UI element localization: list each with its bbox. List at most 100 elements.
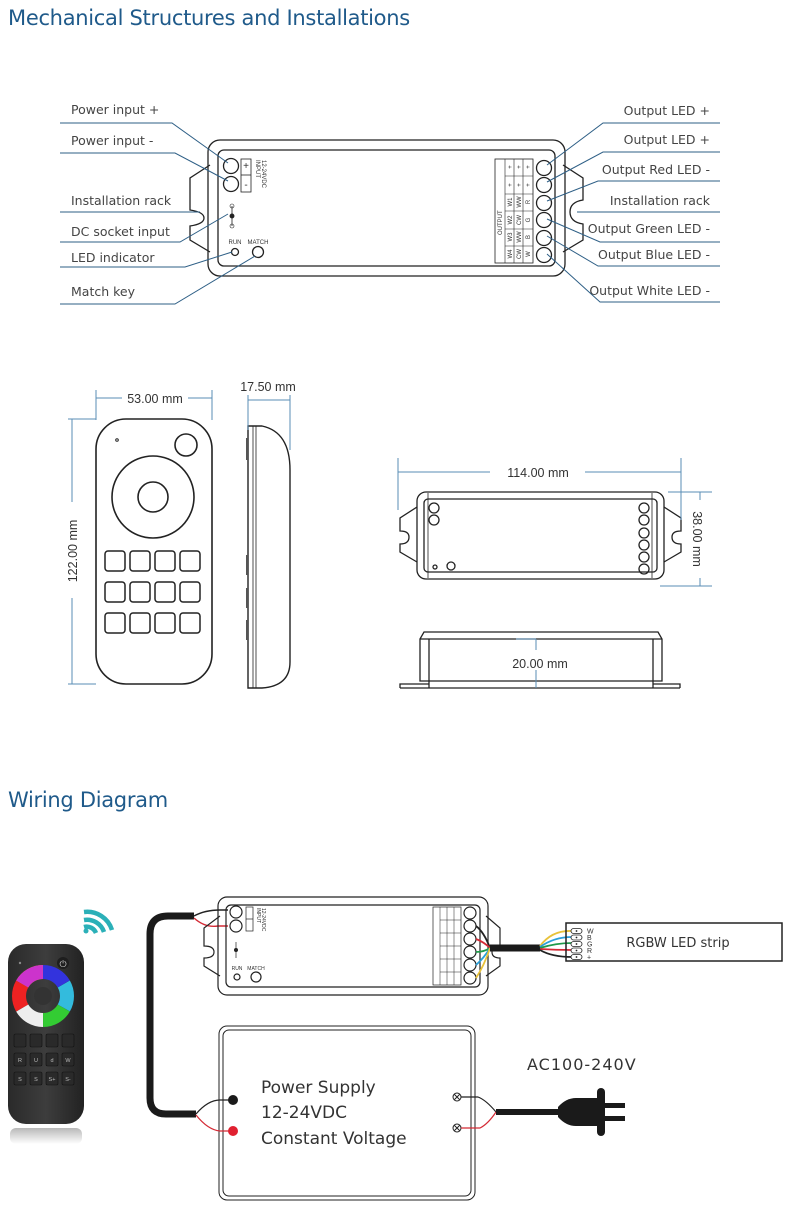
rgbw-remote-button-label: S: [18, 1077, 22, 1083]
rgbw-remote-button-label: S-: [65, 1077, 71, 1083]
remote-button: [154, 581, 176, 603]
rgbw-remote-photo: ⏻ R Ud W S S S+ S-: [8, 944, 84, 1144]
power-supply: [218, 1025, 476, 1201]
output-table-cell: +: [508, 165, 514, 169]
ac-plug-icon: [558, 1088, 625, 1136]
wiring-match-label: MATCH: [247, 966, 265, 972]
input-minus-mark: -: [244, 180, 247, 191]
remote-power-icon: ⏻: [59, 959, 66, 970]
ac-wires: [461, 1096, 497, 1129]
rgbw-remote-button-label: d: [50, 1058, 53, 1064]
remote-button: [179, 612, 201, 634]
right-callout-label: Output LED +: [624, 103, 710, 118]
output-table-cell: CW: [517, 215, 523, 225]
output-table-cell: B: [526, 235, 532, 239]
match-label: MATCH: [248, 240, 269, 246]
power-input-minus-terminal: [222, 175, 240, 193]
psu-dc-positive-terminal: [228, 1126, 238, 1136]
ac-voltage-label: AC100-240V: [527, 1055, 637, 1074]
left-callout-label: DC socket input: [71, 224, 170, 239]
remote-button: [129, 550, 151, 572]
strip-pin-label: +: [587, 955, 591, 962]
rgbw-remote-button: [29, 1033, 43, 1048]
psu-line-2: 12-24VDC: [261, 1103, 347, 1123]
left-callout-label: Power input -: [71, 133, 153, 148]
psu-dc-wires: [195, 1099, 233, 1132]
output-table-cell: W3: [508, 232, 514, 242]
run-label: RUN: [229, 240, 242, 246]
controller-wiring-view: [203, 896, 501, 996]
output-table-cell: W2: [508, 215, 514, 225]
led-indicator: [230, 247, 240, 257]
rgbw-remote-button: [61, 1033, 75, 1048]
output-table-cell: G: [526, 217, 532, 222]
right-callout-label: Installation rack: [610, 193, 711, 208]
rgbw-remote-button-label: U: [34, 1058, 38, 1064]
match-key: [251, 245, 265, 259]
input-plus-mark: +: [243, 161, 249, 172]
strip-pin-dot: [575, 949, 578, 952]
psu-dc-negative-terminal: [228, 1095, 238, 1105]
remote-button: [154, 550, 176, 572]
strip-pin-dot: [575, 936, 578, 939]
rgbw-remote-button: [13, 1033, 27, 1048]
remote-button: [104, 612, 126, 634]
strip-pin-dot: [575, 956, 578, 958]
right-callout-label: Output White LED -: [589, 283, 710, 298]
remote-button: [104, 550, 126, 572]
controller-height-dimension: 20.00 mm: [512, 657, 568, 671]
dc-cable: [146, 912, 196, 1118]
remote-side-view: [246, 425, 291, 689]
left-callout-label: Installation rack: [71, 193, 172, 208]
right-callout-label: Output LED +: [624, 132, 710, 147]
psu-ac-terminals: [452, 1092, 462, 1133]
input-voltage-label: 12-24VDC: [260, 160, 266, 189]
output-table-cell: +: [526, 183, 532, 187]
output-table-cell: WW: [517, 196, 523, 208]
strip-wires: [539, 930, 573, 958]
controller-dimension-top-view: [399, 491, 682, 580]
right-leader-lines: [546, 122, 720, 303]
remote-width-dimension: 53.00 mm: [127, 392, 183, 406]
remote-button: [179, 581, 201, 603]
rgbw-remote-button: [45, 1033, 59, 1048]
rgbw-remote-button-label: S: [34, 1077, 38, 1083]
controller-length-dimension: 114.00 mm: [507, 466, 569, 480]
output-table-cell: CW: [517, 249, 523, 259]
output-table: + + ++ + +W1 WW RW2 CW GW3 WW BW4 CW W: [508, 165, 532, 259]
led-strip-label: RGBW LED strip: [626, 936, 729, 951]
output-table-cell: +: [517, 183, 523, 187]
remote-button: [129, 612, 151, 634]
strip-pin-dot: [575, 943, 578, 945]
dc-wire-black-ctrl: [193, 909, 228, 917]
controller-top-view: [189, 139, 584, 277]
output-table-cell: +: [526, 165, 532, 169]
rgbw-remote-button-label: S+: [49, 1077, 56, 1083]
output-table-cell: W: [526, 251, 532, 257]
remote-button: [104, 581, 126, 603]
wiring-input-voltage-label: 12-24VDC: [260, 908, 266, 932]
strip-pin-dot: [575, 930, 578, 932]
power-input-plus-terminal: [222, 157, 240, 175]
remote-button: [129, 581, 151, 603]
remote-button: [154, 612, 176, 634]
wiring-run-label: RUN: [232, 966, 243, 972]
wireless-signal-icon: [83, 909, 115, 935]
remote-button-grid: [104, 550, 201, 634]
output-label: OUTPUT: [498, 210, 504, 235]
remote-height-dimension: 122.00 mm: [66, 520, 80, 583]
output-table-cell: R: [526, 199, 532, 204]
right-callout-label: Output Blue LED -: [598, 247, 710, 262]
output-table-cell: +: [508, 183, 514, 187]
rgbw-remote-button-label: W: [65, 1058, 71, 1064]
remote-dimension-lines: [68, 390, 291, 685]
left-callout-label: Match key: [71, 284, 136, 299]
output-table-cell: W4: [508, 249, 514, 259]
psu-line-1: Power Supply: [261, 1078, 376, 1098]
rgbw-remote-button-label: R: [18, 1058, 22, 1064]
right-callout-label: Output Green LED -: [588, 221, 710, 236]
remote-button: [179, 550, 201, 572]
controller-width-dimension: 38.00 mm: [690, 511, 704, 567]
right-callout-label: Output Red LED -: [602, 162, 710, 177]
left-callout-label: Power input +: [71, 102, 159, 117]
